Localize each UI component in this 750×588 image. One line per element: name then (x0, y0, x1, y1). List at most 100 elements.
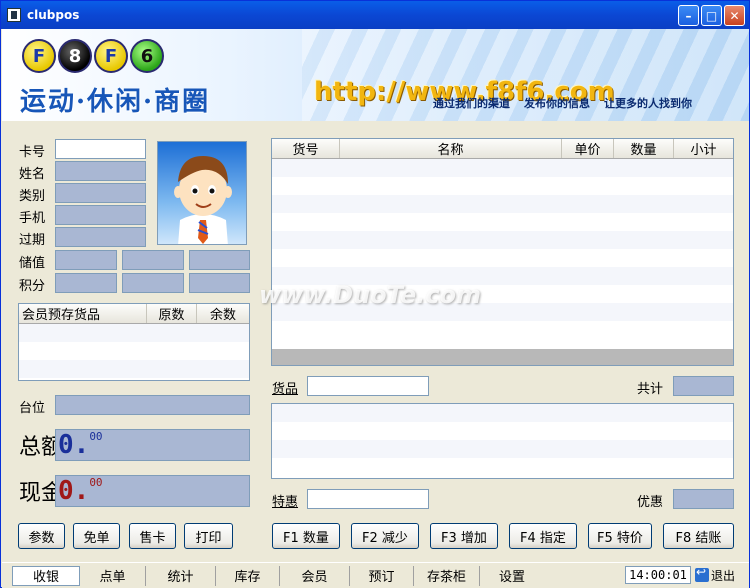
print-button[interactable]: 打印 (184, 523, 233, 549)
points-field (122, 273, 184, 293)
maximize-button[interactable]: □ (701, 5, 722, 26)
logo-ball: 6 (130, 39, 164, 73)
list-item[interactable] (272, 440, 733, 458)
table-row[interactable] (272, 195, 733, 213)
table-row[interactable] (19, 342, 249, 360)
f2-decrease-button[interactable]: F2 减少 (351, 523, 419, 549)
exit-icon (695, 565, 709, 582)
cash-amount-cents: 00 (89, 476, 103, 489)
table-header: 货号 名称 单价 数量 小计 (272, 139, 733, 159)
close-button[interactable]: ✕ (724, 5, 745, 26)
cash-amount-main: 0. (58, 476, 90, 506)
total-amount-main: 0. (58, 430, 90, 460)
table-row[interactable] (272, 249, 733, 267)
name-label: 姓名 (19, 167, 46, 182)
category-label: 类别 (19, 189, 46, 204)
f3-increase-button[interactable]: F3 增加 (430, 523, 498, 549)
expire-field (55, 227, 146, 247)
logo-ball: F (94, 39, 128, 73)
list-item[interactable] (272, 458, 733, 476)
tab-cashier[interactable]: 收银 (12, 565, 80, 586)
tab-tea-cabinet[interactable]: 存茶柜 (414, 565, 480, 586)
sum-label: 共计 (637, 382, 664, 397)
cash-amount: 0.00 (55, 475, 250, 507)
special-input[interactable] (307, 489, 429, 509)
exit-button[interactable]: 退出 (695, 565, 745, 585)
column-header[interactable]: 原数 (147, 304, 197, 323)
goods-table[interactable]: 货号 名称 单价 数量 小计 (271, 138, 734, 366)
discount-label: 优惠 (637, 495, 664, 510)
expire-label: 过期 (19, 233, 46, 248)
tab-reservation[interactable]: 预订 (350, 565, 414, 586)
minimize-button[interactable]: – (678, 5, 699, 26)
tagline-item: 发布你的信息 (524, 97, 590, 110)
member-avatar (157, 141, 247, 245)
points-label: 积分 (19, 279, 46, 294)
title-bar: clubpos – □ ✕ (1, 1, 749, 29)
f4-assign-button[interactable]: F4 指定 (509, 523, 577, 549)
tab-order[interactable]: 点单 (80, 565, 146, 586)
table-body (272, 159, 733, 339)
stored-value-label: 储值 (19, 256, 46, 271)
f5-special-price-button[interactable]: F5 特价 (588, 523, 652, 549)
total-amount-cents: 00 (89, 430, 103, 443)
tab-settings[interactable]: 设置 (480, 566, 544, 586)
column-header[interactable]: 会员预存货品 (19, 304, 147, 323)
goods-input[interactable] (307, 376, 429, 396)
list-item[interactable] (272, 422, 733, 440)
column-header[interactable]: 余数 (197, 304, 249, 323)
column-header[interactable]: 小计 (674, 139, 733, 158)
table-header: 会员预存货品 原数 余数 (19, 304, 249, 324)
stored-goods-table[interactable]: 会员预存货品 原数 余数 (18, 303, 250, 381)
points-field (189, 273, 250, 293)
column-header[interactable]: 名称 (340, 139, 562, 158)
banner-tagline: 通过我们的渠道 发布你的信息 让更多的人找到你 (433, 95, 692, 111)
tab-members[interactable]: 会员 (280, 565, 350, 586)
list-body (272, 404, 733, 476)
horizontal-scrollbar[interactable] (272, 349, 733, 365)
stored-value-field (189, 250, 250, 270)
stored-value-field (55, 250, 117, 270)
column-header[interactable]: 单价 (562, 139, 614, 158)
tab-inventory[interactable]: 库存 (216, 565, 280, 586)
table-row[interactable] (19, 324, 249, 342)
table-row[interactable] (272, 213, 733, 231)
name-field (55, 161, 146, 181)
f8-checkout-button[interactable]: F8 结账 (663, 523, 734, 549)
special-label: 特惠 (272, 495, 299, 510)
goods-label: 货品 (272, 382, 299, 397)
logo-ball: F (22, 39, 56, 73)
card-label: 卡号 (19, 145, 46, 160)
column-header[interactable]: 数量 (614, 139, 674, 158)
app-icon (7, 8, 21, 22)
tab-statistics[interactable]: 统计 (146, 565, 216, 586)
free-order-button[interactable]: 免单 (73, 523, 120, 549)
card-input[interactable] (55, 139, 146, 159)
params-button[interactable]: 参数 (18, 523, 65, 549)
table-body (19, 324, 249, 378)
phone-field (55, 205, 146, 225)
app-window: clubpos – □ ✕ F 8 F 6 运动·休闲·商圈 http://ww… (0, 0, 750, 588)
table-row[interactable] (272, 159, 733, 177)
watermark: www.DuoTe.com (259, 281, 481, 309)
column-header[interactable]: 货号 (272, 139, 340, 158)
table-row[interactable] (19, 360, 249, 378)
sum-field (673, 376, 734, 396)
special-items-list[interactable] (271, 403, 734, 479)
sell-card-button[interactable]: 售卡 (129, 523, 176, 549)
table-seat-label: 台位 (19, 401, 46, 416)
window-title: clubpos (27, 8, 80, 22)
f1-quantity-button[interactable]: F1 数量 (272, 523, 340, 549)
discount-field (673, 489, 734, 509)
points-field (55, 273, 117, 293)
banner-slogan: 运动·休闲·商圈 (20, 87, 211, 117)
f8f6-logo: F 8 F 6 (22, 39, 164, 73)
logo-ball: 8 (58, 39, 92, 73)
phone-label: 手机 (19, 211, 46, 226)
table-row[interactable] (272, 177, 733, 195)
table-row[interactable] (272, 231, 733, 249)
list-item[interactable] (272, 404, 733, 422)
table-row[interactable] (272, 321, 733, 339)
table-seat-field (55, 395, 250, 415)
category-field (55, 183, 146, 203)
